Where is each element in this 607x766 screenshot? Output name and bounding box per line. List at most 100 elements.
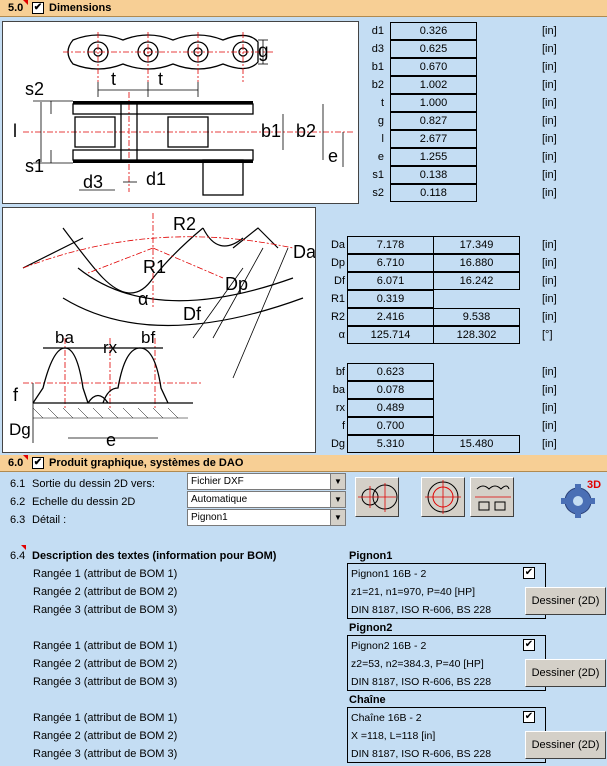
sprocket-dim-value-2[interactable]: 16.242 xyxy=(433,272,520,290)
dim-label: l xyxy=(381,133,384,145)
bom-text-box[interactable]: Pignon1 16B - 2 z1=21, n1=970, P=40 [HP] D… xyxy=(347,563,546,619)
scale-select[interactable]: Automatique ▼ xyxy=(187,491,346,508)
scale-label: Echelle du dessin 2D xyxy=(32,496,136,508)
output-label: Sortie du dessin 2D vers: xyxy=(32,478,155,490)
bom-group-name: Chaîne xyxy=(349,694,386,706)
dim-label-ba: ba xyxy=(55,328,74,347)
sprocket-dim-value-1[interactable]: 0.489 xyxy=(347,399,434,417)
bom-checkbox[interactable]: ✔ xyxy=(523,567,535,579)
sprocket-dim-value-1[interactable]: 7.178 xyxy=(347,236,434,254)
dim-label: b1 xyxy=(371,61,384,73)
dim-label: e xyxy=(377,151,384,163)
sprocket-dim-label: α xyxy=(338,329,345,341)
bom-text-line[interactable]: z2=53, n2=384.3, P=40 [HP] xyxy=(351,658,484,670)
dim-value[interactable]: 0.827 xyxy=(390,112,477,130)
section-title: Dimensions xyxy=(49,2,112,14)
sprocket-tooth-drawing: R2 Da R1 Dp α Df ba rx bf f Dg e xyxy=(9,213,317,450)
dim-value[interactable]: 0.670 xyxy=(390,58,477,76)
dim-label: b2 xyxy=(371,79,384,91)
sprocket-dim-value-1[interactable]: 0.700 xyxy=(347,417,434,435)
section-header-cad: 6.0 ✔ Produit graphique, systèmes de DAO xyxy=(0,455,607,472)
draw-single-sprocket-button[interactable] xyxy=(421,477,465,517)
sprocket-dim-value-1[interactable]: 0.319 xyxy=(347,290,434,308)
dim-label-g: g xyxy=(258,41,269,62)
section-number: 5.0 xyxy=(8,2,24,14)
bom-text-box[interactable]: Pignon2 16B - 2 z2=53, n2=384.3, P=40 [HP… xyxy=(347,635,546,691)
draw-sprocket-view-button[interactable] xyxy=(355,477,399,517)
sprocket-dim-value-2[interactable]: 128.302 xyxy=(433,326,520,344)
sprocket-dim-label: R1 xyxy=(330,293,345,305)
row-number-6-3: 6.3 xyxy=(10,514,26,526)
output-select-value: Fichier DXF xyxy=(191,476,244,487)
draw-chain-button[interactable] xyxy=(470,477,514,517)
dim-value[interactable]: 1.002 xyxy=(390,76,477,94)
bom-text-line[interactable]: z1=21, n1=970, P=40 [HP] xyxy=(351,586,475,598)
dim-label-df: Df xyxy=(183,304,202,324)
dim-value[interactable]: 0.118 xyxy=(390,184,477,202)
sprocket-dim-unit: [in] xyxy=(542,239,557,251)
dim-value[interactable]: 1.000 xyxy=(390,94,477,112)
dim-label: d3 xyxy=(371,43,384,55)
sprocket-dim-value-1[interactable]: 2.416 xyxy=(347,308,434,326)
draw-2d-button[interactable]: Dessiner (2D) xyxy=(525,731,606,759)
dim-label-dp: Dp xyxy=(225,274,248,294)
chevron-down-icon[interactable]: ▼ xyxy=(330,510,345,525)
draw-2d-button[interactable]: Dessiner (2D) xyxy=(525,659,606,687)
dim-label-l: l xyxy=(13,121,17,141)
chevron-down-icon[interactable]: ▼ xyxy=(330,474,345,489)
sprocket-dim-value-1[interactable]: 5.310 xyxy=(347,435,434,453)
dim-label-e: e xyxy=(328,146,338,166)
section-checkbox[interactable]: ✔ xyxy=(32,457,44,469)
detail-select[interactable]: Pignon1 ▼ xyxy=(187,509,346,526)
bom-text-box[interactable]: Chaîne 16B - 2 X =118, L=118 [in] DIN 8187… xyxy=(347,707,546,763)
bom-text-line[interactable]: Pignon2 16B - 2 xyxy=(351,640,426,652)
chevron-down-icon[interactable]: ▼ xyxy=(330,492,345,507)
dim-value[interactable]: 1.255 xyxy=(390,148,477,166)
bom-row-label: Rangée 3 (attribut de BOM 3) xyxy=(33,604,178,616)
dim-value[interactable]: 0.625 xyxy=(390,40,477,58)
sprocket-dim-unit: [in] xyxy=(542,420,557,432)
sprocket-dim-value-1[interactable]: 6.710 xyxy=(347,254,434,272)
sprocket-dim-label: rx xyxy=(335,402,345,414)
dim-value[interactable]: 0.138 xyxy=(390,166,477,184)
dim-label: d1 xyxy=(371,25,384,37)
sprocket-dim-value-1[interactable]: 0.078 xyxy=(347,381,434,399)
bom-row-label: Rangée 1 (attribut de BOM 1) xyxy=(33,568,178,580)
bom-text-line[interactable]: X =118, L=118 [in] xyxy=(351,730,435,742)
dim-value[interactable]: 0.326 xyxy=(390,22,477,40)
dim-value[interactable]: 2.677 xyxy=(390,130,477,148)
sprocket-dim-value-2[interactable]: 16.880 xyxy=(433,254,520,272)
bom-row-label: Rangée 1 (attribut de BOM 1) xyxy=(33,640,178,652)
sprocket-dim-value-2[interactable]: 17.349 xyxy=(433,236,520,254)
sprocket-dim-value-2[interactable]: 15.480 xyxy=(433,435,520,453)
bom-checkbox[interactable]: ✔ xyxy=(523,711,535,723)
bom-text-line[interactable]: Chaîne 16B - 2 xyxy=(351,712,422,724)
draw-2d-button[interactable]: Dessiner (2D) xyxy=(525,587,606,615)
sprocket-dim-value-2[interactable]: 9.538 xyxy=(433,308,520,326)
dim-label-e-tooth: e xyxy=(106,430,116,450)
bom-text-line[interactable]: DIN 8187, ISO R-606, BS 228 xyxy=(351,604,491,616)
dim-label-f: f xyxy=(13,385,19,405)
bom-checkbox[interactable]: ✔ xyxy=(523,639,535,651)
section-checkbox[interactable]: ✔ xyxy=(32,2,44,14)
detail-label: Détail : xyxy=(32,514,67,526)
sprocket-dim-unit: [in] xyxy=(542,366,557,378)
output-select[interactable]: Fichier DXF ▼ xyxy=(187,473,346,490)
dim-label: s1 xyxy=(372,169,384,181)
sprocket-dim-unit: [in] xyxy=(542,311,557,323)
sprocket-dim-label: bf xyxy=(335,366,345,378)
bom-row-label: Rangée 2 (attribut de BOM 2) xyxy=(33,730,178,742)
sprocket-dim-value-1[interactable]: 6.071 xyxy=(347,272,434,290)
scale-select-value: Automatique xyxy=(191,494,248,505)
sprocket-dim-value-1[interactable]: 125.714 xyxy=(347,326,434,344)
cad-3d-button[interactable]: 3D xyxy=(560,475,604,519)
sprocket-dim-value-1[interactable]: 0.623 xyxy=(347,363,434,381)
chain-dimensions-drawing: g s2 t t l b1 b2 e s1 d3 d1 xyxy=(13,32,353,196)
sprocket-circles-icon xyxy=(358,483,398,512)
bom-text-line[interactable]: DIN 8187, ISO R-606, BS 228 xyxy=(351,676,491,688)
bom-text-line[interactable]: Pignon1 16B - 2 xyxy=(351,568,426,580)
bom-row-label: Rangée 3 (attribut de BOM 3) xyxy=(33,748,178,760)
dim-unit: [in] xyxy=(542,169,557,181)
chain-drawing-panel: g s2 t t l b1 b2 e s1 d3 d1 xyxy=(2,21,359,204)
bom-text-line[interactable]: DIN 8187, ISO R-606, BS 228 xyxy=(351,748,491,760)
